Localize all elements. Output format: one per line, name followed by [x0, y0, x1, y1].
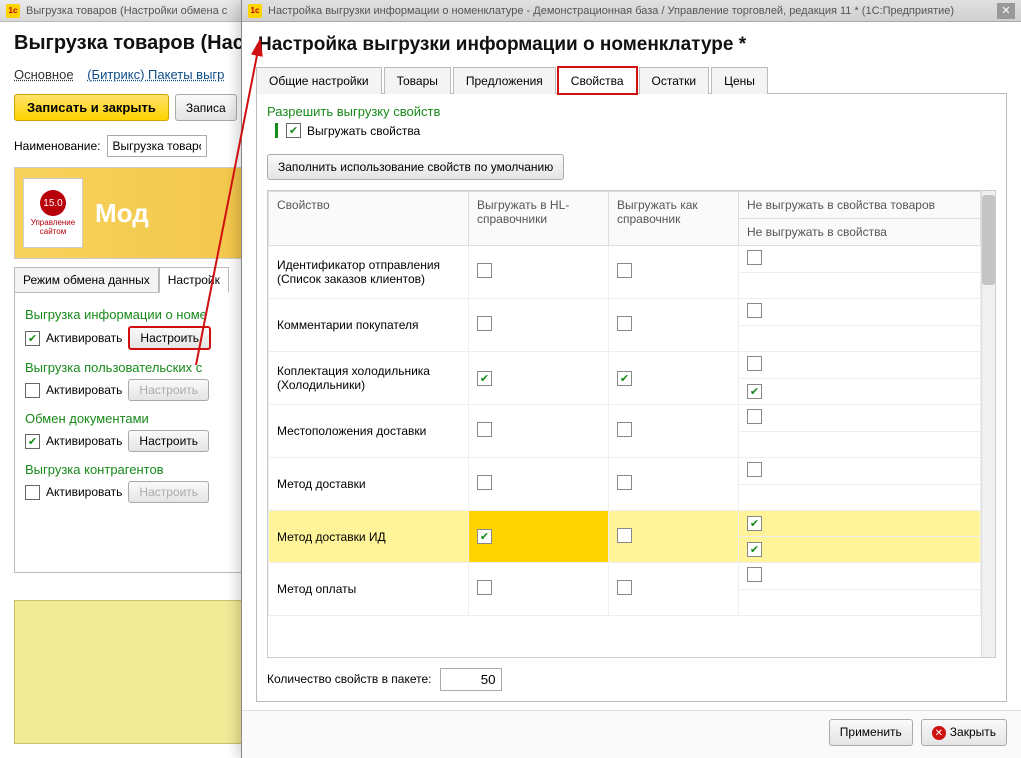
configure-user-button: Настроить: [128, 379, 209, 401]
close-button[interactable]: ✕Закрыть: [921, 719, 1007, 747]
checkbox[interactable]: [617, 316, 632, 331]
save-button[interactable]: Записа: [175, 94, 237, 121]
name-field[interactable]: [107, 135, 207, 157]
table-row[interactable]: Местоположения доставки: [269, 405, 981, 432]
checkbox[interactable]: [477, 580, 492, 595]
dialog-titlebar-text: Настройка выгрузки информации о номенкла…: [268, 5, 997, 17]
checkbox[interactable]: [747, 384, 762, 399]
tab-Общие настройки[interactable]: Общие настройки: [256, 67, 382, 94]
table-row[interactable]: Метод доставки: [269, 458, 981, 485]
tab-Предложения[interactable]: Предложения: [453, 67, 556, 94]
col-no-prop: Не выгружать в свойства: [739, 219, 981, 246]
activate-docs-label: Активировать: [46, 434, 122, 448]
checkbox[interactable]: [747, 516, 762, 531]
checkbox[interactable]: [747, 356, 762, 371]
tab-Остатки[interactable]: Остатки: [639, 67, 710, 94]
checkbox[interactable]: [617, 475, 632, 490]
apply-button[interactable]: Применить: [829, 719, 913, 747]
cell-name: Комментарии покупателя: [269, 299, 469, 352]
close-red-icon: ✕: [932, 726, 946, 740]
table-row[interactable]: Идентификатор отправления (Список заказо…: [269, 246, 981, 273]
checkbox[interactable]: [747, 250, 762, 265]
activate-user-label: Активировать: [46, 383, 122, 397]
table-row[interactable]: Комментарии покупателя: [269, 299, 981, 326]
banner-box-icon: 15.0 Управление сайтом: [23, 178, 83, 248]
configure-nomenclature-button[interactable]: Настроить: [128, 326, 211, 350]
configure-docs-button[interactable]: Настроить: [128, 430, 209, 452]
checkbox[interactable]: [747, 542, 762, 557]
checkbox[interactable]: [617, 528, 632, 543]
activate-contragents-checkbox[interactable]: [25, 485, 40, 500]
checkbox[interactable]: [747, 303, 762, 318]
checkbox[interactable]: [747, 567, 762, 582]
cell-name: Метод оплаты: [269, 563, 469, 616]
packet-label: Количество свойств в пакете:: [267, 672, 432, 686]
activate-nomenclature-checkbox[interactable]: [25, 331, 40, 346]
cell-name: Идентификатор отправления (Список заказо…: [269, 246, 469, 299]
checkbox[interactable]: [477, 371, 492, 386]
tab-Цены[interactable]: Цены: [711, 67, 768, 94]
cell-name: Метод доставки ИД: [269, 511, 469, 563]
dialog-heading: Настройка выгрузки информации о номенкла…: [242, 22, 1021, 66]
properties-dialog: 1c Настройка выгрузки информации о номен…: [241, 0, 1021, 758]
checkbox[interactable]: [617, 371, 632, 386]
tab-exchange-mode[interactable]: Режим обмена данных: [14, 267, 159, 293]
checkbox[interactable]: [477, 263, 492, 278]
col-dir: Выгружать как справочник: [609, 192, 739, 246]
activate-docs-checkbox[interactable]: [25, 434, 40, 449]
checkbox[interactable]: [747, 409, 762, 424]
col-no-tovar: Не выгружать в свойства товаров: [739, 192, 981, 219]
activate-contragents-label: Активировать: [46, 485, 122, 499]
tab-Товары[interactable]: Товары: [384, 67, 451, 94]
cell-name: Метод доставки: [269, 458, 469, 511]
table-row[interactable]: Метод оплаты: [269, 563, 981, 590]
col-hl: Выгружать в HL-справочники: [469, 192, 609, 246]
table-row[interactable]: Коплектация холодильника (Холодильники): [269, 352, 981, 379]
configure-contragents-button: Настроить: [128, 481, 209, 503]
allow-export-title: Разрешить выгрузку свойств: [267, 104, 996, 119]
checkbox[interactable]: [747, 462, 762, 477]
export-properties-checkbox[interactable]: [286, 123, 301, 138]
export-properties-label: Выгружать свойства: [307, 124, 420, 138]
checkbox[interactable]: [617, 422, 632, 437]
checkbox[interactable]: [617, 580, 632, 595]
checkbox[interactable]: [617, 263, 632, 278]
bg-title-text: Выгрузка товаров (Настройки обмена с: [26, 5, 227, 17]
checkbox[interactable]: [477, 316, 492, 331]
name-label: Наименование:: [14, 139, 101, 153]
tab-Свойства[interactable]: Свойства: [558, 67, 637, 94]
dialog-close-icon[interactable]: ✕: [997, 3, 1015, 19]
dialog-titlebar: 1c Настройка выгрузки информации о номен…: [242, 0, 1021, 22]
save-close-button[interactable]: Записать и закрыть: [14, 94, 169, 121]
properties-table: Свойство Выгружать в HL-справочники Выгр…: [267, 190, 996, 658]
cell-name: Коплектация холодильника (Холодильники): [269, 352, 469, 405]
fill-defaults-button[interactable]: Заполнить использование свойств по умолч…: [267, 154, 564, 180]
col-property: Свойство: [269, 192, 469, 246]
link-main[interactable]: Основное: [14, 67, 74, 82]
banner-text: Мод: [95, 198, 149, 229]
tab-settings[interactable]: Настройк: [159, 267, 229, 293]
activate-nomenclature-label: Активировать: [46, 331, 122, 345]
table-scrollbar[interactable]: [981, 191, 995, 657]
cell-name: Местоположения доставки: [269, 405, 469, 458]
checkbox[interactable]: [477, 475, 492, 490]
checkbox[interactable]: [477, 529, 492, 544]
packet-count-field[interactable]: [440, 668, 502, 691]
activate-user-checkbox[interactable]: [25, 383, 40, 398]
app-logo-icon: 1c: [6, 4, 20, 18]
table-row[interactable]: Метод доставки ИД: [269, 511, 981, 537]
checkbox[interactable]: [477, 422, 492, 437]
dialog-logo-icon: 1c: [248, 4, 262, 18]
link-packets[interactable]: (Битрикс) Пакеты выгр: [87, 67, 224, 82]
